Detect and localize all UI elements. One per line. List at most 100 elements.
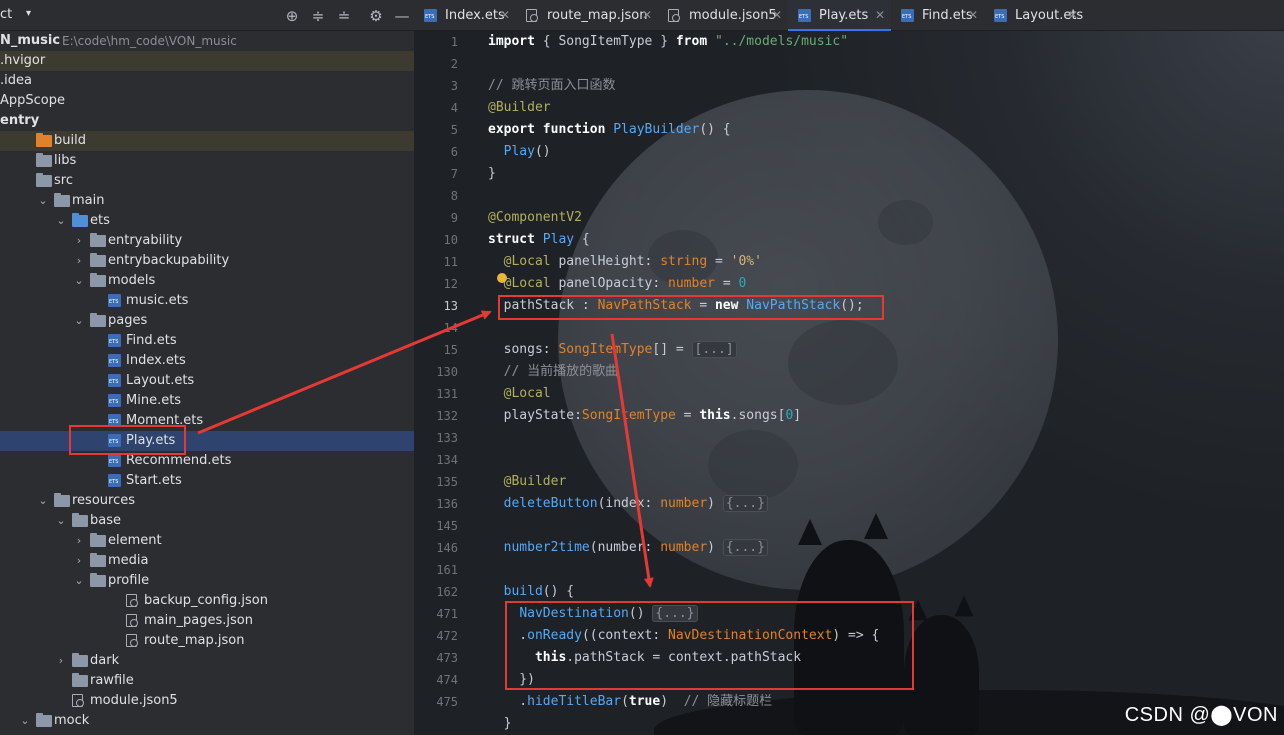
project-view-dropdown-icon[interactable]: ▾ <box>26 8 31 19</box>
tree-item[interactable]: ⌄ pages <box>0 311 414 331</box>
code-line[interactable]: struct Play { <box>488 229 590 251</box>
code-line[interactable]: Play() <box>488 141 551 163</box>
tree-item[interactable]: module.json5 <box>0 691 414 711</box>
project-view-title[interactable]: ct <box>0 7 12 22</box>
chevron-down-icon[interactable]: ⌄ <box>54 211 68 231</box>
code-line[interactable]: } <box>488 713 512 735</box>
folded-region[interactable]: {...} <box>652 605 698 622</box>
tree-item[interactable]: music.ets <box>0 291 414 311</box>
editor-tab[interactable]: Find.ets✕ <box>891 0 984 31</box>
tree-item[interactable]: Start.ets <box>0 471 414 491</box>
chevron-right-icon[interactable]: › <box>54 651 68 671</box>
gear-icon[interactable]: ⚙ <box>366 6 386 26</box>
chevron-right-icon[interactable]: › <box>72 531 86 551</box>
tree-item[interactable]: ⌄ base <box>0 511 414 531</box>
code-line[interactable]: } <box>488 163 496 185</box>
close-icon[interactable]: ✕ <box>1068 0 1078 31</box>
tree-item[interactable]: main_pages.json <box>0 611 414 631</box>
code-line[interactable]: @Builder <box>488 97 551 119</box>
tree-item[interactable]: rawfile <box>0 671 414 691</box>
close-icon[interactable]: ✕ <box>875 0 885 31</box>
hide-panel-icon[interactable]: — <box>392 6 412 26</box>
chevron-down-icon[interactable]: ⌄ <box>36 191 50 211</box>
editor-tab[interactable]: module.json5 ✕ <box>658 0 788 31</box>
chevron-down-icon[interactable]: ⌄ <box>72 311 86 331</box>
locate-file-icon[interactable]: ⊕ <box>282 6 302 26</box>
tree-item[interactable]: Find.ets <box>0 331 414 351</box>
tree-item[interactable]: › media <box>0 551 414 571</box>
code-line[interactable]: // 当前播放的歌曲 <box>488 361 618 383</box>
chevron-right-icon[interactable]: › <box>72 551 86 571</box>
tree-item[interactable]: Index.ets <box>0 351 414 371</box>
chevron-down-icon[interactable]: ⌄ <box>36 491 50 511</box>
code-line[interactable]: build() { <box>488 581 574 603</box>
tree-item[interactable]: ⌄ profile <box>0 571 414 591</box>
tree-item[interactable]: AppScope <box>0 91 414 111</box>
code-line[interactable]: @Local <box>488 383 551 405</box>
close-icon[interactable]: ✕ <box>500 0 510 31</box>
code-line[interactable]: @ComponentV2 <box>488 207 582 229</box>
tree-item[interactable]: src <box>0 171 414 191</box>
lightbulb-icon[interactable] <box>497 273 507 283</box>
code-editor[interactable]: Index.ets✕route_map.json✕module.json5✕Pl… <box>414 0 1284 735</box>
code-line[interactable]: import { SongItemType } from "../models/… <box>488 31 848 53</box>
code-line[interactable]: this.pathStack = context.pathStack <box>488 647 801 669</box>
code-line[interactable]: deleteButton(index: number) {...} <box>488 493 768 515</box>
tree-item[interactable]: ⌄ mock <box>0 711 414 731</box>
collapse-all-icon[interactable]: ≐ <box>334 6 354 26</box>
tree-item[interactable]: Layout.ets <box>0 371 414 391</box>
tree-item[interactable]: Moment.ets <box>0 411 414 431</box>
tree-item[interactable]: › dark <box>0 651 414 671</box>
tree-item[interactable]: Mine.ets <box>0 391 414 411</box>
code-line[interactable]: @Local panelOpacity: number = 0 <box>488 273 747 295</box>
code-token: NavPathStack <box>597 298 692 313</box>
code-line[interactable]: .onReady((context: NavDestinationContext… <box>488 625 879 647</box>
tree-item[interactable]: ⌄ ets <box>0 211 414 231</box>
tree-item[interactable]: ⌄ models <box>0 271 414 291</box>
code-line[interactable]: @Builder <box>488 471 567 493</box>
chevron-down-icon[interactable]: ⌄ <box>54 511 68 531</box>
editor-tab[interactable]: Index.ets✕ <box>414 0 516 31</box>
chevron-down-icon[interactable]: ⌄ <box>72 571 86 591</box>
tree-item[interactable]: .idea <box>0 71 414 91</box>
tree-item[interactable]: .hvigor <box>0 51 414 71</box>
tree-item[interactable]: Recommend.ets <box>0 451 414 471</box>
folded-region[interactable]: {...} <box>722 539 768 556</box>
chevron-down-icon[interactable]: ⌄ <box>72 271 86 291</box>
tree-item[interactable]: route_map.json <box>0 631 414 651</box>
tree-item[interactable]: › element <box>0 531 414 551</box>
tree-item[interactable]: N_music E:\code\hm_code\VON_music <box>0 31 414 51</box>
tree-item[interactable]: › entrybackupability <box>0 251 414 271</box>
code-line[interactable]: pathStack : NavPathStack = new NavPathSt… <box>488 295 864 317</box>
code-line[interactable]: NavDestination() {...} <box>488 603 698 625</box>
folded-region[interactable]: [...] <box>691 341 737 358</box>
chevron-right-icon[interactable]: › <box>72 231 86 251</box>
chevron-down-icon[interactable]: ⌄ <box>18 711 32 731</box>
code-line[interactable]: .hideTitleBar(true) // 隐藏标题栏 <box>488 691 772 713</box>
tree-item[interactable]: libs <box>0 151 414 171</box>
folded-region[interactable]: {...} <box>722 495 768 512</box>
code-line[interactable]: playState:SongItemType = this.songs[0] <box>488 405 801 427</box>
close-icon[interactable]: ✕ <box>772 0 782 31</box>
tree-item[interactable]: ⌄ main <box>0 191 414 211</box>
tree-item[interactable]: Play.ets <box>0 431 414 451</box>
code-line[interactable]: songs: SongItemType[] = [...] <box>488 339 737 361</box>
code-line[interactable]: // 跳转页面入口函数 <box>488 75 615 97</box>
tree-item[interactable]: backup_config.json <box>0 591 414 611</box>
tree-item[interactable]: build <box>0 131 414 151</box>
tree-item[interactable]: ⌄ resources <box>0 491 414 511</box>
code-line[interactable]: }) <box>488 669 535 691</box>
close-icon[interactable]: ✕ <box>968 0 978 31</box>
editor-tab[interactable]: Layout.ets✕ <box>984 0 1084 31</box>
chevron-right-icon[interactable]: › <box>72 251 86 271</box>
code-line[interactable]: number2time(number: number) {...} <box>488 537 768 559</box>
tree-item[interactable]: entry <box>0 111 414 131</box>
expand-all-icon[interactable]: ≑ <box>308 6 328 26</box>
close-icon[interactable]: ✕ <box>642 0 652 31</box>
tree-item[interactable]: › entryability <box>0 231 414 251</box>
editor-tab[interactable]: route_map.json ✕ <box>516 0 658 31</box>
project-panel: ct ▾ ⊕ ≑ ≐ ⚙ — N_music E:\code\hm_code\VO… <box>0 0 414 735</box>
code-line[interactable]: @Local panelHeight: string = '0%' <box>488 251 762 273</box>
code-line[interactable]: export function PlayBuilder() { <box>488 119 731 141</box>
editor-tab[interactable]: Play.ets ✕ <box>788 0 891 31</box>
